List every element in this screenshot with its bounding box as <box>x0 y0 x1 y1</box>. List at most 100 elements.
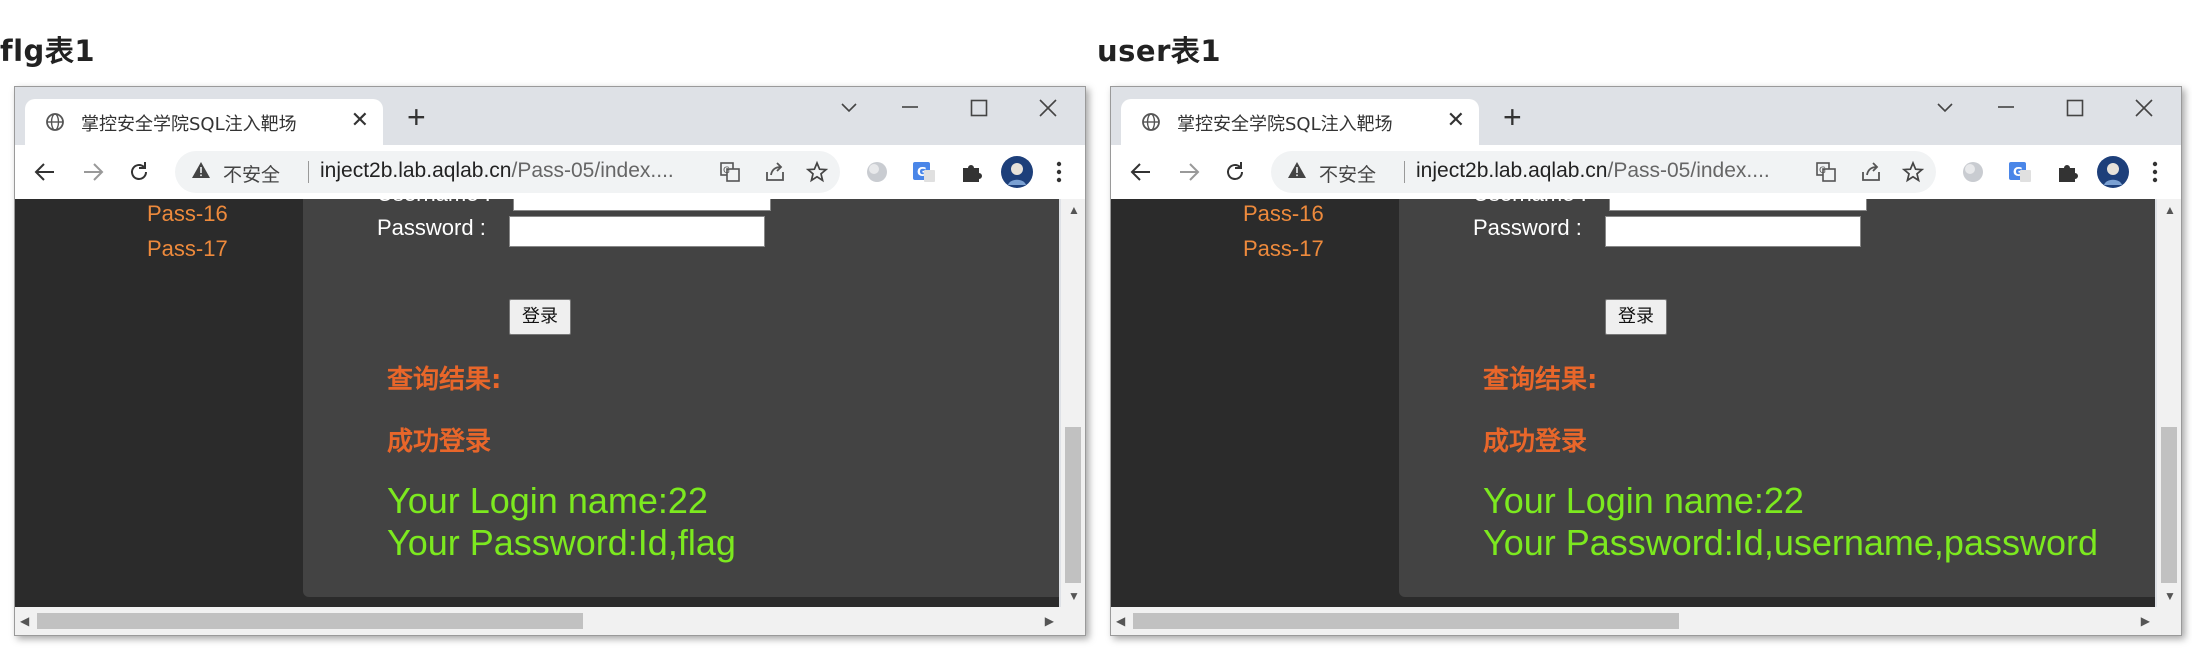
sidebar-item-pass-16[interactable]: Pass-16 <box>1243 201 1324 227</box>
avatar[interactable] <box>1000 155 1034 189</box>
scroll-down-icon[interactable]: ▼ <box>2164 589 2176 603</box>
google-translate-extension-icon[interactable]: G <box>2006 158 2034 186</box>
extension-globe-icon[interactable] <box>1959 158 1987 186</box>
reload-icon[interactable] <box>1223 160 1247 184</box>
vertical-scrollbar[interactable]: ▲ ▼ <box>2157 199 2181 607</box>
back-arrow-icon[interactable] <box>33 161 57 183</box>
browser-tab[interactable]: 掌控安全学院SQL注入靶场 ✕ <box>25 99 383 145</box>
password-label: Password : <box>377 215 486 240</box>
tab-search-chevron-icon[interactable] <box>1935 101 1955 115</box>
svg-text:G: G <box>723 166 730 176</box>
star-icon[interactable] <box>1901 160 1925 184</box>
scroll-left-icon[interactable]: ◀ <box>20 614 29 628</box>
password-result: Your Password:Id,username,password <box>1483 522 2098 563</box>
username-field[interactable] <box>1609 199 1867 211</box>
tab-strip: 掌控安全学院SQL注入靶场 ✕ + <box>1111 87 2181 145</box>
browser-window: 掌控安全学院SQL注入靶场 ✕ + 不安全 inject2b.lab.aqlab… <box>14 86 1086 636</box>
login-button[interactable]: 登录 <box>509 299 571 335</box>
password-field[interactable] <box>509 216 765 247</box>
security-label: 不安全 <box>1319 164 1377 186</box>
translate-icon[interactable]: G <box>718 160 742 184</box>
scroll-up-icon[interactable]: ▲ <box>1068 203 1080 217</box>
horizontal-scroll-thumb[interactable] <box>37 613 583 629</box>
tab-title: 掌控安全学院SQL注入靶场 <box>81 114 297 135</box>
maximize-icon[interactable] <box>970 99 988 117</box>
share-icon[interactable] <box>1859 160 1883 184</box>
password-label: Password : <box>1473 215 1582 240</box>
scroll-left-icon[interactable]: ◀ <box>1116 614 1125 628</box>
tab-search-chevron-icon[interactable] <box>839 101 859 115</box>
url-path: /Pass-05/index.... <box>1607 159 1770 182</box>
translate-icon[interactable]: G <box>1814 160 1838 184</box>
puzzle-icon[interactable] <box>957 158 985 186</box>
panel-caption: user表1 <box>1097 34 1222 68</box>
scroll-up-icon[interactable]: ▲ <box>2164 203 2176 217</box>
query-result-heading: 查询结果: <box>1483 365 1598 395</box>
horizontal-scrollbar[interactable]: ◀ ▶ <box>1111 607 2181 635</box>
scroll-right-icon[interactable]: ▶ <box>2141 614 2150 628</box>
vertical-scroll-thumb[interactable] <box>1065 427 1081 583</box>
forward-arrow-icon[interactable] <box>81 161 105 183</box>
kebab-menu-icon[interactable] <box>2151 160 2159 184</box>
page-content: Pass-16 Pass-17 Username : Password : 登录… <box>1111 199 2155 607</box>
url-text[interactable]: inject2b.lab.aqlab.cn/Pass-05/index.... <box>1416 159 1770 183</box>
browser-toolbar: 不安全 inject2b.lab.aqlab.cn/Pass-05/index.… <box>15 145 1085 199</box>
maximize-icon[interactable] <box>2066 99 2084 117</box>
login-button[interactable]: 登录 <box>1605 299 1667 335</box>
main-panel: Username : Password : 登录 查询结果: 成功登录 Your… <box>1399 199 2155 597</box>
share-icon[interactable] <box>763 160 787 184</box>
tab-close-button[interactable]: ✕ <box>351 107 369 133</box>
warning-icon[interactable] <box>191 160 211 180</box>
svg-text:G: G <box>1819 166 1826 176</box>
login-name-result: Your Login name:22 <box>1483 480 1804 521</box>
new-tab-button[interactable]: + <box>1503 101 1522 133</box>
sidebar-item-pass-17[interactable]: Pass-17 <box>147 236 228 262</box>
globe-icon <box>1142 113 1160 131</box>
login-name-result: Your Login name:22 <box>387 480 708 521</box>
address-bar[interactable]: 不安全 inject2b.lab.aqlab.cn/Pass-05/index.… <box>175 151 840 193</box>
avatar[interactable] <box>2096 155 2130 189</box>
username-label: Username : <box>377 199 491 207</box>
login-success-text: 成功登录 <box>1483 427 1588 457</box>
sidebar-item-pass-16[interactable]: Pass-16 <box>147 201 228 227</box>
back-arrow-icon[interactable] <box>1129 161 1153 183</box>
panel-caption: flg表1 <box>0 34 95 68</box>
url-path: /Pass-05/index.... <box>511 159 674 182</box>
url-text[interactable]: inject2b.lab.aqlab.cn/Pass-05/index.... <box>320 159 674 183</box>
sidebar-item-pass-17[interactable]: Pass-17 <box>1243 236 1324 262</box>
separator <box>308 161 309 183</box>
minimize-icon[interactable] <box>900 105 920 109</box>
star-icon[interactable] <box>805 160 829 184</box>
google-translate-extension-icon[interactable]: G <box>910 158 938 186</box>
scroll-down-icon[interactable]: ▼ <box>1068 589 1080 603</box>
horizontal-scrollbar[interactable]: ◀ ▶ <box>15 607 1085 635</box>
url-host: inject2b.lab.aqlab.cn <box>1416 159 1608 182</box>
password-result: Your Password:Id,flag <box>387 522 736 563</box>
username-label: Username : <box>1473 199 1587 207</box>
page-content: Pass-16 Pass-17 Username : Password : 登录… <box>15 199 1059 607</box>
scroll-right-icon[interactable]: ▶ <box>1045 614 1054 628</box>
browser-toolbar: 不安全 inject2b.lab.aqlab.cn/Pass-05/index.… <box>1111 145 2181 199</box>
main-panel: Username : Password : 登录 查询结果: 成功登录 Your… <box>303 199 1059 597</box>
browser-tab[interactable]: 掌控安全学院SQL注入靶场 ✕ <box>1121 99 1479 145</box>
warning-icon[interactable] <box>1287 160 1307 180</box>
tab-strip: 掌控安全学院SQL注入靶场 ✕ + <box>15 87 1085 145</box>
vertical-scroll-thumb[interactable] <box>2161 427 2177 583</box>
vertical-scrollbar[interactable]: ▲ ▼ <box>1061 199 1085 607</box>
forward-arrow-icon[interactable] <box>1177 161 1201 183</box>
tab-close-button[interactable]: ✕ <box>1447 107 1465 133</box>
username-field[interactable] <box>513 199 771 211</box>
tab-title: 掌控安全学院SQL注入靶场 <box>1177 114 1393 135</box>
horizontal-scroll-thumb[interactable] <box>1133 613 1679 629</box>
minimize-icon[interactable] <box>1996 105 2016 109</box>
kebab-menu-icon[interactable] <box>1055 160 1063 184</box>
reload-icon[interactable] <box>127 160 151 184</box>
separator <box>1404 161 1405 183</box>
password-field[interactable] <box>1605 216 1861 247</box>
window-close-icon[interactable] <box>1039 99 1057 117</box>
window-close-icon[interactable] <box>2135 99 2153 117</box>
puzzle-icon[interactable] <box>2053 158 2081 186</box>
address-bar[interactable]: 不安全 inject2b.lab.aqlab.cn/Pass-05/index.… <box>1271 151 1936 193</box>
new-tab-button[interactable]: + <box>407 101 426 133</box>
extension-globe-icon[interactable] <box>863 158 891 186</box>
